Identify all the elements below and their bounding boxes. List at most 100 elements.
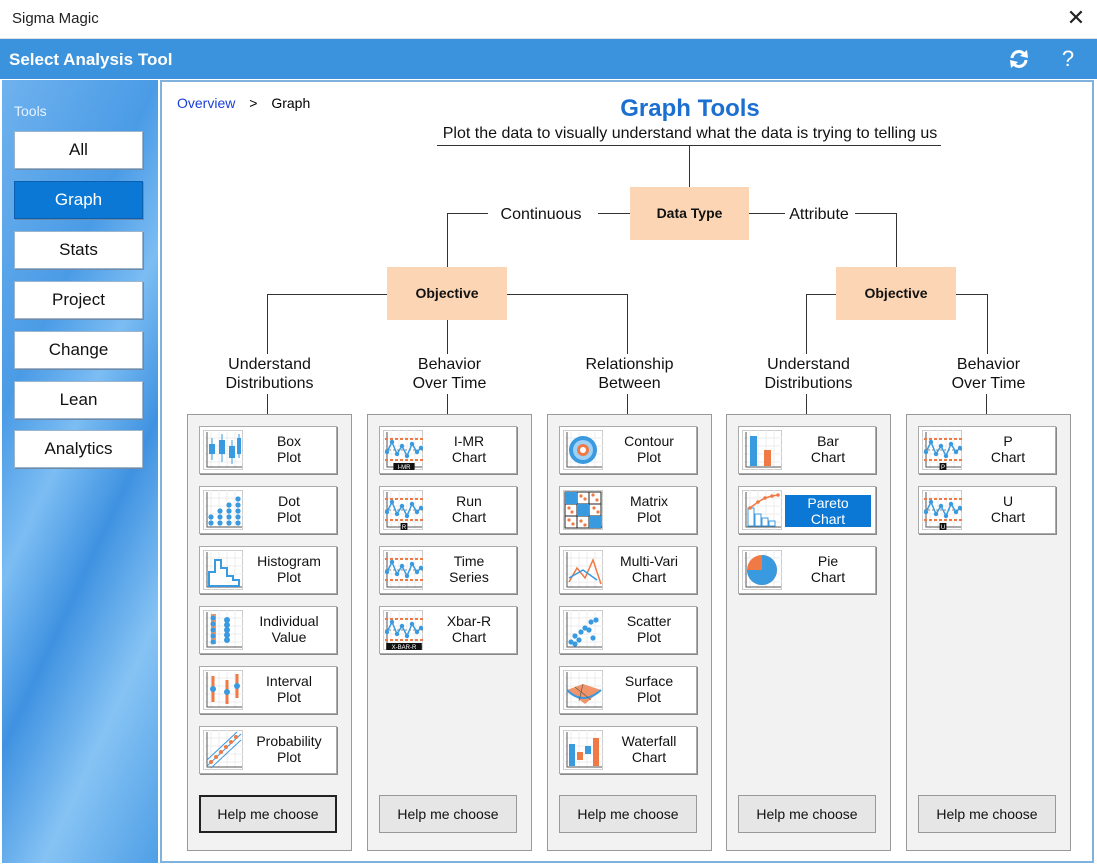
help-me-choose-button[interactable]: Help me choose bbox=[559, 795, 697, 833]
tool-button-bar-chart[interactable]: Bar Chart bbox=[738, 426, 876, 474]
sidebar-item-project[interactable]: Project bbox=[14, 281, 143, 319]
tool-label-line-2: Plot bbox=[636, 689, 662, 705]
group-heading-relationship: Relationship Between bbox=[547, 355, 712, 393]
tool-label-line-1: Histogram bbox=[257, 553, 321, 569]
tool-label-line-1: Waterfall bbox=[621, 733, 677, 749]
tool-label-line-2: Plot bbox=[276, 689, 302, 705]
help-me-choose-button[interactable]: Help me choose bbox=[738, 795, 876, 833]
sidebar-item-analytics[interactable]: Analytics bbox=[14, 430, 143, 468]
scatter-plot-icon bbox=[563, 610, 603, 650]
pie-chart-icon bbox=[742, 550, 782, 590]
sidebar-item-stats[interactable]: Stats bbox=[14, 231, 143, 269]
histogram-icon bbox=[203, 550, 243, 590]
close-icon[interactable]: ✕ bbox=[1064, 5, 1088, 31]
tool-label-line-2: Plot bbox=[276, 449, 302, 465]
tool-button-probability-plot[interactable]: Probability Plot bbox=[199, 726, 337, 774]
tool-button-time-series[interactable]: Time Series bbox=[379, 546, 517, 594]
control-chart-icon bbox=[383, 550, 424, 590]
tool-button-box-plot[interactable]: Box Plot bbox=[199, 426, 337, 474]
tree-connector bbox=[987, 294, 988, 354]
continuous-label: Continuous bbox=[500, 206, 582, 223]
data-type-box: Data Type bbox=[630, 187, 749, 240]
tool-label-line-2: Chart bbox=[810, 511, 846, 527]
tool-label-line-1: Surface bbox=[624, 673, 674, 689]
tool-label: Histogram Plot bbox=[246, 553, 332, 585]
help-me-choose-button[interactable]: Help me choose bbox=[379, 795, 517, 833]
heading-line-1: Relationship bbox=[585, 356, 674, 373]
svg-text:U: U bbox=[941, 525, 945, 530]
help-icon[interactable]: ? bbox=[1053, 44, 1083, 74]
tools-sidebar: Tools All Graph Stats Project Change Lea… bbox=[2, 80, 158, 863]
tree-connector bbox=[749, 213, 785, 214]
tool-button-contour-plot[interactable]: Contour Plot bbox=[559, 426, 697, 474]
tool-label: P Chart bbox=[965, 433, 1051, 465]
tool-label: Time Series bbox=[426, 553, 512, 585]
tree-connector bbox=[447, 213, 488, 214]
group-heading-distributions-continuous: Understand Distributions bbox=[187, 355, 352, 393]
breadcrumb-overview-link[interactable]: Overview bbox=[177, 95, 235, 111]
tool-label-line-1: Scatter bbox=[626, 613, 672, 629]
sidebar-item-change[interactable]: Change bbox=[14, 331, 143, 369]
tool-label-line-2: Series bbox=[449, 569, 489, 585]
breadcrumb-current: Graph bbox=[271, 95, 311, 111]
tools-label: Tools bbox=[14, 103, 47, 119]
tool-label: Contour Plot bbox=[606, 433, 692, 465]
help-me-choose-button[interactable]: Help me choose bbox=[918, 795, 1056, 833]
tool-button-run-chart[interactable]: R Run Chart bbox=[379, 486, 517, 534]
sidebar-item-all[interactable]: All bbox=[14, 131, 143, 169]
tree-connector bbox=[806, 294, 807, 354]
tool-button-surface-plot[interactable]: Surface Plot bbox=[559, 666, 697, 714]
tool-button-dot-plot[interactable]: Dot Plot bbox=[199, 486, 337, 534]
heading-line-2: Distributions bbox=[764, 375, 853, 392]
tool-label-line-2: Plot bbox=[636, 509, 662, 525]
tool-button-pie-chart[interactable]: Pie Chart bbox=[738, 546, 876, 594]
control-chart-icon: I-MR bbox=[383, 430, 424, 471]
multi-vari-icon bbox=[563, 550, 603, 590]
tool-button-individual-value[interactable]: Individual Value bbox=[199, 606, 337, 654]
tool-button-pareto-chart[interactable]: Pareto Chart bbox=[738, 486, 876, 534]
tool-label-line-1: Matrix bbox=[629, 493, 669, 509]
tool-label-line-1: Multi-Vari bbox=[619, 553, 679, 569]
bar-chart-icon bbox=[742, 430, 782, 470]
help-me-choose-button[interactable]: Help me choose bbox=[199, 795, 337, 833]
tool-button-waterfall-chart[interactable]: Waterfall Chart bbox=[559, 726, 697, 774]
tool-label-line-2: Plot bbox=[276, 749, 302, 765]
tool-button-p-chart[interactable]: P P Chart bbox=[918, 426, 1056, 474]
control-chart-icon: X-BAR-R bbox=[383, 610, 424, 651]
tool-button-scatter-plot[interactable]: Scatter Plot bbox=[559, 606, 697, 654]
tool-label-line-2: Chart bbox=[451, 449, 487, 465]
tree-connector bbox=[806, 394, 807, 414]
matrix-plot-icon bbox=[563, 490, 603, 530]
sidebar-item-lean[interactable]: Lean bbox=[14, 381, 143, 419]
tool-button-u-chart[interactable]: U U Chart bbox=[918, 486, 1056, 534]
tool-label: Multi-Vari Chart bbox=[606, 553, 692, 585]
tool-label: Probability Plot bbox=[246, 733, 332, 765]
tool-label-line-1: Time bbox=[453, 553, 485, 569]
tool-button-matrix-plot[interactable]: Matrix Plot bbox=[559, 486, 697, 534]
tool-label-line-2: Chart bbox=[810, 569, 846, 585]
tool-label-line-2: Plot bbox=[276, 509, 302, 525]
refresh-icon[interactable] bbox=[1004, 44, 1034, 74]
tool-label: Run Chart bbox=[426, 493, 512, 525]
tool-button-xbar-r-chart[interactable]: X-BAR-R Xbar-R Chart bbox=[379, 606, 517, 654]
tool-label: Box Plot bbox=[246, 433, 332, 465]
tree-connector bbox=[806, 294, 836, 295]
tool-button-i-mr-chart[interactable]: I-MR I-MR Chart bbox=[379, 426, 517, 474]
tool-label-line-2: Chart bbox=[451, 629, 487, 645]
tool-button-interval-plot[interactable]: Interval Plot bbox=[199, 666, 337, 714]
tool-label: Xbar-R Chart bbox=[426, 613, 512, 645]
tree-connector bbox=[855, 213, 897, 214]
probability-plot-icon bbox=[203, 730, 243, 770]
tool-label-line-1: Pareto bbox=[807, 495, 849, 511]
svg-text:R: R bbox=[402, 525, 407, 530]
sidebar-item-graph[interactable]: Graph bbox=[14, 181, 143, 219]
tool-label: Scatter Plot bbox=[606, 613, 692, 645]
tree-connector bbox=[447, 394, 448, 414]
tool-label-line-2: Chart bbox=[990, 509, 1026, 525]
tree-connector bbox=[507, 294, 627, 295]
heading-line-2: Between bbox=[598, 375, 661, 392]
tool-button-multi-vari-chart[interactable]: Multi-Vari Chart bbox=[559, 546, 697, 594]
tool-button-histogram-plot[interactable]: Histogram Plot bbox=[199, 546, 337, 594]
objective-box-attribute: Objective bbox=[836, 267, 956, 320]
tool-label-line-2: Chart bbox=[990, 449, 1026, 465]
